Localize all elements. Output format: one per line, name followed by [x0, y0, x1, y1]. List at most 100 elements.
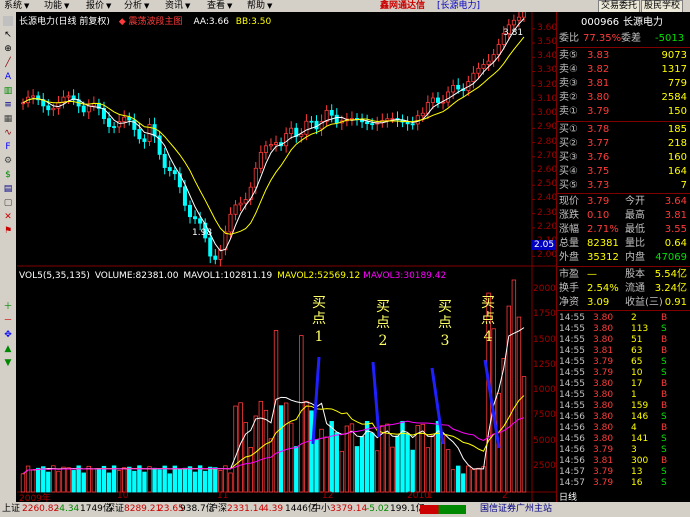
- chart-canvas: [17, 12, 556, 502]
- menu-function[interactable]: 功能 ▼: [44, 0, 69, 12]
- volume-bar: [142, 471, 147, 493]
- vol-label: VOL5(5,35,135): [19, 271, 90, 281]
- hs-label: 沪深: [209, 504, 228, 514]
- indicator-icon[interactable]: ∿: [3, 128, 13, 138]
- volume-bar: [415, 425, 420, 493]
- menu-help[interactable]: 帮助 ▼: [247, 0, 272, 12]
- fin-value: 5.54亿: [654, 269, 687, 280]
- menu-view[interactable]: 查看 ▼: [207, 0, 232, 12]
- price-tick: 2.20: [537, 221, 558, 232]
- price-tick: 2.90: [537, 122, 558, 133]
- volume-bar: [466, 465, 471, 493]
- buy-volume: 160: [667, 152, 687, 163]
- arrow-up-icon[interactable]: ▲: [3, 344, 13, 354]
- tick-row: 14:57 3.79 13 S: [557, 467, 690, 478]
- volume-bar: [167, 473, 172, 493]
- stat-value: 3.55: [664, 224, 687, 235]
- tick-price: 3.80: [593, 423, 614, 433]
- list-icon[interactable]: ≡: [3, 100, 13, 110]
- tick-side: S: [661, 467, 667, 477]
- volume-bar: [228, 472, 233, 493]
- breadth-bar-icon: [420, 505, 466, 514]
- volume-bar: [314, 439, 319, 493]
- broker-name: 国信证券广州主站: [480, 504, 553, 514]
- volume-bar: [61, 466, 66, 493]
- stat-value: 3.79: [587, 196, 610, 207]
- flag-icon[interactable]: ⚑: [3, 226, 13, 236]
- price-tick: 2.60: [537, 165, 558, 175]
- select-tool-icon[interactable]: ▭: [3, 16, 13, 26]
- volume-bar: [213, 467, 218, 493]
- tick-volume: 4: [631, 423, 637, 433]
- tick-row: 14:55 3.79 10 S: [557, 368, 690, 379]
- fin-label: 市盈: [559, 269, 579, 280]
- f10-icon[interactable]: F: [3, 142, 13, 152]
- zoom-out-icon[interactable]: －: [3, 316, 13, 326]
- volume-bar: [96, 468, 102, 493]
- price-marker-value: 2.05: [534, 240, 555, 250]
- tick-price: 3.80: [593, 434, 614, 444]
- price-tick: 2.50: [537, 179, 558, 190]
- volume-bar: [359, 436, 365, 493]
- report-icon[interactable]: ▤: [3, 184, 13, 194]
- menu-news[interactable]: 资讯 ▼: [165, 0, 190, 12]
- fin-label: 净资: [559, 297, 579, 308]
- price-tick: 3.30: [537, 65, 558, 76]
- stat-value: 2.71%: [587, 224, 619, 235]
- tick-time: 14:55: [559, 313, 585, 323]
- buy-level-label: 买②: [559, 138, 578, 149]
- stock-icon[interactable]: $: [3, 170, 13, 180]
- arrow-down-icon[interactable]: ▼: [3, 358, 13, 368]
- volume-bar: [521, 376, 527, 493]
- menu-analysis[interactable]: 分析 ▼: [124, 0, 149, 12]
- menu-quote[interactable]: 报价 ▼: [86, 0, 111, 12]
- volume-bar: [289, 422, 294, 493]
- volume-bar: [218, 470, 223, 493]
- volume-bar: [380, 425, 385, 493]
- ma-line-short: [22, 18, 525, 252]
- fin-row: 净资 3.09 收益(三) 0.91: [557, 296, 690, 310]
- candle-body: [390, 118, 395, 120]
- tick-row: 14:57 3.79 16 S: [557, 478, 690, 489]
- move-icon[interactable]: ✥: [3, 330, 13, 340]
- zoom-icon[interactable]: ⊕: [3, 44, 13, 54]
- mavol2-value: MAVOL2:52569.12: [277, 271, 361, 281]
- weibi-value: 77.35%: [583, 33, 622, 44]
- menu-system[interactable]: 系统 ▼: [4, 0, 29, 12]
- tick-time: 14:55: [559, 390, 585, 400]
- window-icon[interactable]: ▢: [3, 198, 13, 208]
- settings-icon[interactable]: ⚙: [3, 156, 13, 166]
- candle-body: [193, 216, 198, 220]
- volume-bar: [268, 438, 274, 493]
- volume-bar: [425, 447, 431, 493]
- buy-volume: 185: [667, 124, 687, 135]
- buy-volume: 218: [667, 138, 687, 149]
- volume-bar: [101, 465, 107, 493]
- cross-icon[interactable]: ✕: [3, 212, 13, 222]
- draw-line-icon[interactable]: ╱: [3, 58, 13, 68]
- tick-row: 14:55 3.80 1 B: [557, 390, 690, 401]
- sz-label: 深证: [106, 504, 125, 514]
- grid-icon[interactable]: ▦: [3, 114, 13, 124]
- volume-bar: [41, 466, 46, 493]
- volume-bar: [450, 469, 456, 493]
- buy-row: 买⑤ 3.73 7: [557, 179, 690, 193]
- zoom-in-icon[interactable]: ＋: [3, 302, 13, 312]
- kline-chart[interactable]: 长源电力(日线 前复权) ◆ 震荡波段主图 AA:3.66 BB:3.50 VO…: [17, 12, 562, 504]
- tick-side: S: [661, 478, 667, 488]
- stat-label: 最低: [625, 224, 645, 235]
- buy-point-2: 买点 2: [373, 299, 393, 349]
- volume-bar: [111, 465, 117, 493]
- sell-level-label: 卖①: [559, 106, 578, 117]
- chart-icon[interactable]: ▥: [3, 86, 13, 96]
- zx-change: -5.02: [366, 504, 390, 514]
- tick-volume: 3: [631, 445, 637, 455]
- candle-body: [476, 67, 481, 74]
- cursor-icon[interactable]: ↖: [3, 30, 13, 40]
- quote-title: 000966 长源电力: [557, 16, 690, 30]
- price-tick: 3.10: [537, 93, 558, 104]
- text-icon[interactable]: A: [3, 72, 13, 82]
- volume-header: VOL5(5,35,135) VOLUME:82381.00 MAVOL1:10…: [19, 271, 446, 281]
- tick-volume: 113: [631, 324, 649, 334]
- fin-row: 换手 2.54% 流通 3.24亿: [557, 282, 690, 296]
